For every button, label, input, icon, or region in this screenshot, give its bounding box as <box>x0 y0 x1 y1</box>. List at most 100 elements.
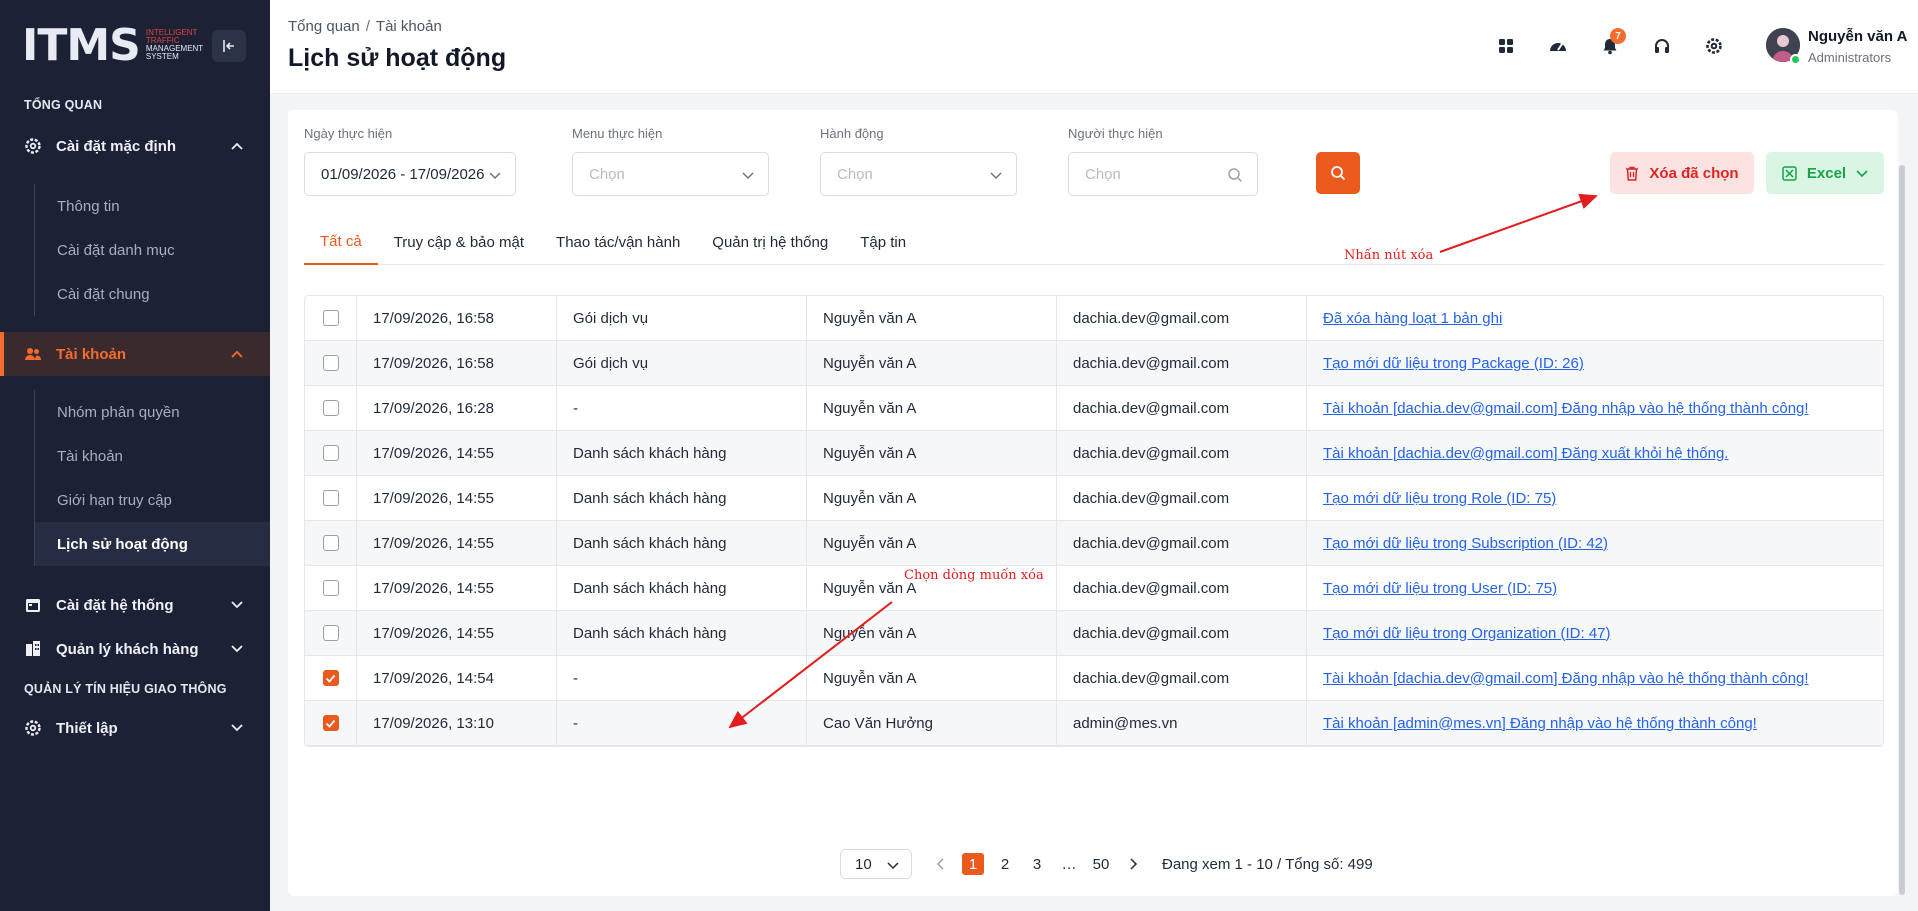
table-row[interactable]: 17/09/2026, 14:55 Danh sách khách hàng Ngu… <box>305 565 1883 611</box>
row-checkbox[interactable] <box>322 445 339 461</box>
action-link[interactable]: Tạo mới dữ liệu trong Package (ID: 26) <box>1323 355 1584 372</box>
chevron-down-icon <box>231 645 243 653</box>
page-ellipsis[interactable]: … <box>1058 853 1080 875</box>
table-row[interactable]: 17/09/2026, 14:55 Danh sách khách hàng Ngu… <box>305 520 1883 566</box>
time-cell: 17/09/2026, 14:55 <box>357 610 557 656</box>
time-cell: 17/09/2026, 16:28 <box>357 385 557 431</box>
page-button-3[interactable]: 3 <box>1026 853 1048 875</box>
action-link[interactable]: Tài khoản [dachia.dev@gmail.com] Đăng nh… <box>1323 400 1809 417</box>
tab-access-security[interactable]: Truy cập & bảo mật <box>378 220 540 265</box>
row-checkbox[interactable] <box>322 580 339 596</box>
table-row[interactable]: 17/09/2026, 16:58 Gói dịch vụ Nguyễn văn A… <box>305 340 1883 386</box>
row-checkbox[interactable] <box>322 670 339 686</box>
row-checkbox[interactable] <box>322 715 339 731</box>
action-select-placeholder: Chọn <box>837 165 873 183</box>
settings-button[interactable] <box>1698 30 1730 62</box>
action-cell: Tài khoản [admin@mes.vn] Đăng nhập vào h… <box>1307 701 1883 746</box>
sidebar-item-general-settings[interactable]: Cài đặt chung <box>35 272 270 316</box>
tab-operations[interactable]: Thao tác/vận hành <box>540 220 696 265</box>
row-checkbox[interactable] <box>322 535 339 551</box>
action-link[interactable]: Tạo mới dữ liệu trong Subscription (ID: … <box>1323 535 1608 552</box>
table-row[interactable]: 17/09/2026, 14:54- Nguyễn văn Adachia.dev… <box>305 655 1883 701</box>
action-cell: Tạo mới dữ liệu trong Organization (ID: … <box>1307 611 1883 656</box>
menu-cell: Danh sách khách hàng <box>557 610 807 656</box>
action-link[interactable]: Tài khoản [admin@mes.vn] Đăng nhập vào h… <box>1323 715 1757 732</box>
action-cell: Tạo mới dữ liệu trong Role (ID: 75) <box>1307 476 1883 521</box>
page-button-50[interactable]: 50 <box>1090 853 1112 875</box>
row-checkbox[interactable] <box>322 625 339 641</box>
page-scrollbar[interactable] <box>1899 165 1905 895</box>
breadcrumb-item[interactable]: Tài khoản <box>376 18 442 35</box>
action-link[interactable]: Tạo mới dữ liệu trong Organization (ID: … <box>1323 625 1611 642</box>
page-button-1[interactable]: 1 <box>962 853 984 875</box>
prev-page-button[interactable] <box>930 853 952 875</box>
table-row[interactable]: 17/09/2026, 14:55 Danh sách khách hàng Ngu… <box>305 475 1883 521</box>
email-cell: admin@mes.vn <box>1057 700 1307 746</box>
sidebar-item-category-settings[interactable]: Cài đặt danh mục <box>35 228 270 272</box>
sidebar-group-label: Tài khoản <box>56 345 127 363</box>
pagination-info: Đang xem 1 - 10 / Tổng số: 499 <box>1162 855 1373 873</box>
logo-text: ITMS <box>22 19 141 71</box>
table-row[interactable]: 17/09/2026, 14:55 Danh sách khách hàng Ngu… <box>305 610 1883 656</box>
sidebar-group-default-settings[interactable]: Cài đặt mặc định <box>0 124 270 168</box>
apps-grid-button[interactable] <box>1490 30 1522 62</box>
row-select-cell <box>305 565 357 611</box>
sidebar-group-setup[interactable]: Thiết lập <box>0 706 270 750</box>
action-link[interactable]: Tài khoản [dachia.dev@gmail.com] Đăng xu… <box>1323 445 1728 462</box>
table-row[interactable]: 17/09/2026, 13:10- Cao Văn Hưởng admin@mes… <box>305 700 1883 746</box>
table-row[interactable]: 17/09/2026, 16:58 Gói dịch vụ Nguyễn văn A… <box>305 296 1883 341</box>
search-button[interactable] <box>1316 152 1360 194</box>
action-link[interactable]: Đã xóa hàng loạt 1 bản ghi <box>1323 310 1502 327</box>
sidebar-item-info[interactable]: Thông tin <box>35 184 270 228</box>
date-range-picker[interactable]: 01/09/2026 - 17/09/2026 <box>304 152 516 196</box>
email-cell: dachia.dev@gmail.com <box>1057 565 1307 611</box>
breadcrumb-item[interactable]: Tổng quan <box>288 18 360 35</box>
tab-system-admin[interactable]: Quản trị hệ thống <box>696 220 844 265</box>
action-cell: Tạo mới dữ liệu trong User (ID: 75) <box>1307 566 1883 611</box>
chevron-down-icon <box>489 172 501 180</box>
menu-select[interactable]: Chọn <box>572 152 769 196</box>
action-select[interactable]: Chọn <box>820 152 1017 196</box>
sidebar-group-accounts[interactable]: Tài khoản <box>0 332 270 376</box>
user-cell: Nguyễn văn A <box>807 430 1057 476</box>
page-size-value: 10 <box>855 855 872 873</box>
trash-icon <box>1626 166 1639 181</box>
action-cell: Tài khoản [dachia.dev@gmail.com] Đăng nh… <box>1307 386 1883 431</box>
dashboard-button[interactable] <box>1542 30 1574 62</box>
sidebar-item-access-limits[interactable]: Giới hạn truy cập <box>35 478 270 522</box>
excel-export-button[interactable]: Excel <box>1766 152 1884 194</box>
sidebar-item-permission-groups[interactable]: Nhóm phân quyền <box>35 390 270 434</box>
tab-files[interactable]: Tập tin <box>844 220 922 265</box>
tab-all[interactable]: Tất cả <box>304 220 378 265</box>
page-size-select[interactable]: 10 <box>840 849 912 879</box>
row-checkbox[interactable] <box>322 310 339 326</box>
sidebar-item-activity-history[interactable]: Lịch sử hoạt động <box>35 522 270 566</box>
row-select-cell <box>305 700 357 746</box>
menu-filter-label: Menu thực hiện <box>572 126 663 141</box>
chevron-right-icon <box>1130 858 1138 870</box>
support-button[interactable] <box>1646 30 1678 62</box>
table-row[interactable]: 17/09/2026, 14:55 Danh sách khách hàng Ngu… <box>305 430 1883 476</box>
action-link[interactable]: Tạo mới dữ liệu trong Role (ID: 75) <box>1323 490 1556 507</box>
sidebar-item-accounts[interactable]: Tài khoản <box>35 434 270 478</box>
row-checkbox[interactable] <box>322 490 339 506</box>
next-page-button[interactable] <box>1122 853 1144 875</box>
row-checkbox[interactable] <box>322 400 339 416</box>
row-select-cell <box>305 655 357 701</box>
app-logo[interactable]: ITMS INTELLIGENT TRAFFIC MANAGEMENT SYST… <box>22 19 203 71</box>
notifications-button[interactable]: 7 <box>1594 28 1626 62</box>
online-status-dot <box>1790 54 1801 65</box>
person-search-input[interactable]: Chọn <box>1068 152 1258 196</box>
user-name[interactable]: Nguyễn văn A <box>1808 28 1907 45</box>
delete-selected-button[interactable]: Xóa đã chọn <box>1610 152 1754 194</box>
action-link[interactable]: Tài khoản [dachia.dev@gmail.com] Đăng nh… <box>1323 670 1809 687</box>
chevron-up-icon <box>231 350 243 358</box>
sidebar-group-system-settings[interactable]: Cài đặt hệ thống <box>0 583 270 627</box>
table-row[interactable]: 17/09/2026, 16:28- Nguyễn văn Adachia.dev… <box>305 385 1883 431</box>
page-button-2[interactable]: 2 <box>994 853 1016 875</box>
sidebar-group-label: Quản lý khách hàng <box>56 640 199 658</box>
row-checkbox[interactable] <box>322 355 339 371</box>
action-link[interactable]: Tạo mới dữ liệu trong User (ID: 75) <box>1323 580 1557 597</box>
sidebar-group-customer-management[interactable]: Quản lý khách hàng <box>0 627 270 671</box>
collapse-sidebar-button[interactable] <box>212 30 246 62</box>
